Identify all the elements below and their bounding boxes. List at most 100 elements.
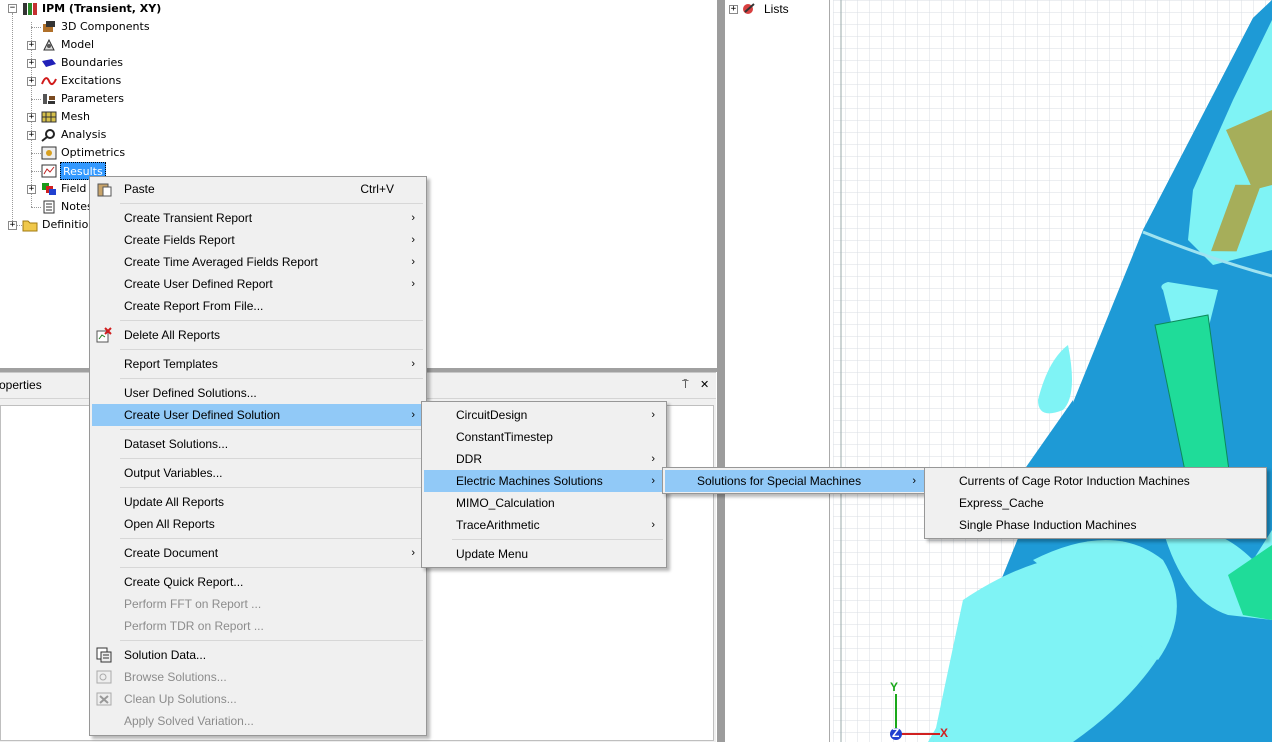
analysis-icon — [41, 128, 57, 142]
menu-separator — [120, 349, 423, 350]
menu-separator — [120, 203, 423, 204]
tree-item-notes[interactable]: Notes — [61, 198, 93, 216]
menu-item-label: Create Transient Report — [124, 211, 253, 225]
folder-icon — [22, 218, 38, 232]
menu-item-label: Dataset Solutions... — [124, 437, 229, 451]
menu-item-dataset-solutions[interactable]: Dataset Solutions... — [92, 433, 424, 455]
submenu-arrow-icon: › — [651, 519, 655, 531]
submenu-arrow-icon: › — [651, 453, 655, 465]
tree-expander-definitions[interactable]: + — [8, 221, 17, 230]
menu-item-perform-tdr: Perform TDR on Report ... — [92, 615, 424, 637]
menu-item-create-time-averaged-fields-report[interactable]: Create Time Averaged Fields Report › — [92, 251, 424, 273]
tree-item-boundaries[interactable]: Boundaries — [61, 54, 123, 72]
paste-icon — [96, 181, 112, 197]
menu-item-user-defined-solutions[interactable]: User Defined Solutions... — [92, 382, 424, 404]
menu-item-currents-cage-rotor[interactable]: Currents of Cage Rotor Induction Machine… — [927, 470, 1264, 492]
menu-item-solution-data[interactable]: Solution Data... — [92, 644, 424, 666]
field-overlays-icon — [41, 182, 57, 196]
results-icon — [41, 164, 57, 178]
shortcut-label: Ctrl+V — [360, 182, 394, 196]
menu-item-label: Create Report From File... — [124, 299, 264, 313]
menu-item-create-user-defined-solution[interactable]: Create User Defined Solution › — [92, 404, 424, 426]
menu-item-ddr[interactable]: DDR › — [424, 448, 664, 470]
lists-panel: + Lists — [725, 0, 830, 742]
browse-solutions-icon — [96, 669, 112, 685]
menu-item-label: MIMO_Calculation — [456, 496, 555, 510]
tree-root-label[interactable]: IPM (Transient, XY) — [42, 0, 161, 18]
3d-components-icon — [41, 20, 57, 34]
tree-expander-mesh[interactable]: + — [27, 113, 36, 122]
menu-item-create-document[interactable]: Create Document › — [92, 542, 424, 564]
tree-guide-line — [12, 13, 13, 225]
menu-item-clean-up-solutions: Clean Up Solutions... — [92, 688, 424, 710]
solution-data-icon — [96, 647, 112, 663]
z-axis-label: Z — [892, 726, 900, 740]
x-axis-label: X — [940, 726, 949, 740]
pin-icon[interactable]: ⍑ — [682, 373, 689, 397]
menu-separator — [120, 320, 423, 321]
submenu-arrow-icon: › — [651, 409, 655, 421]
menu-item-label: Open All Reports — [124, 517, 215, 531]
menu-item-delete-all-reports[interactable]: Delete All Reports — [92, 324, 424, 346]
tree-guide-line — [31, 27, 41, 28]
menu-item-label: Express_Cache — [959, 496, 1044, 510]
tree-item-optimetrics[interactable]: Optimetrics — [61, 144, 125, 162]
tree-item-mesh[interactable]: Mesh — [61, 108, 90, 126]
menu-item-output-variables[interactable]: Output Variables... — [92, 462, 424, 484]
menu-item-electric-machines-solutions[interactable]: Electric Machines Solutions › — [424, 470, 664, 492]
tree-expander-excitations[interactable]: + — [27, 77, 36, 86]
menu-item-label: Create User Defined Solution — [124, 408, 281, 422]
menu-separator — [120, 538, 423, 539]
tree-item-parameters[interactable]: Parameters — [61, 90, 124, 108]
project-design-icon — [22, 2, 38, 16]
menu-item-constant-timestep[interactable]: ConstantTimestep — [424, 426, 664, 448]
menu-item-label: Report Templates — [124, 357, 218, 371]
results-context-menu: Paste Ctrl+V Create Transient Report › C… — [89, 176, 427, 736]
tree-expander-lists[interactable]: + — [729, 5, 738, 14]
menu-item-circuit-design[interactable]: CircuitDesign › — [424, 404, 664, 426]
menu-item-label: Create Fields Report — [124, 233, 235, 247]
menu-item-update-menu[interactable]: Update Menu — [424, 543, 664, 565]
menu-item-create-report-from-file[interactable]: Create Report From File... — [92, 295, 424, 317]
menu-item-mimo-calculation[interactable]: MIMO_Calculation — [424, 492, 664, 514]
menu-item-create-quick-report[interactable]: Create Quick Report... — [92, 571, 424, 593]
menu-item-trace-arithmetic[interactable]: TraceArithmetic › — [424, 514, 664, 536]
menu-separator — [120, 640, 423, 641]
menu-item-open-all-reports[interactable]: Open All Reports — [92, 513, 424, 535]
menu-item-report-templates[interactable]: Report Templates › — [92, 353, 424, 375]
menu-item-label: Clean Up Solutions... — [124, 692, 237, 706]
tree-expander-model[interactable]: + — [27, 41, 36, 50]
lists-icon — [742, 2, 758, 16]
menu-item-create-user-defined-report[interactable]: Create User Defined Report › — [92, 273, 424, 295]
delete-reports-icon — [96, 327, 112, 343]
tree-expander-boundaries[interactable]: + — [27, 59, 36, 68]
tree-expander-root[interactable]: − — [8, 4, 17, 13]
menu-item-create-fields-report[interactable]: Create Fields Report › — [92, 229, 424, 251]
tree-item-3d-components[interactable]: 3D Components — [61, 18, 150, 36]
menu-item-perform-fft: Perform FFT on Report ... — [92, 593, 424, 615]
menu-item-label: ConstantTimestep — [456, 430, 553, 444]
close-icon[interactable]: ✕ — [700, 373, 709, 397]
vertical-splitter[interactable] — [717, 0, 725, 742]
menu-item-label: User Defined Solutions... — [124, 386, 257, 400]
tree-item-model[interactable]: Model — [61, 36, 94, 54]
menu-item-create-transient-report[interactable]: Create Transient Report › — [92, 207, 424, 229]
submenu-arrow-icon: › — [411, 234, 415, 246]
menu-item-single-phase[interactable]: Single Phase Induction Machines — [927, 514, 1264, 536]
submenu-arrow-icon: › — [411, 358, 415, 370]
tree-item-analysis[interactable]: Analysis — [61, 126, 106, 144]
submenu-arrow-icon: › — [411, 278, 415, 290]
special-machines-submenu: Currents of Cage Rotor Induction Machine… — [924, 467, 1267, 539]
menu-item-label: Update All Reports — [124, 495, 225, 509]
menu-item-solutions-for-special-machines[interactable]: Solutions for Special Machines › — [665, 470, 925, 492]
modeler-canvas[interactable]: Y Z X — [833, 0, 1272, 742]
menu-item-update-all-reports[interactable]: Update All Reports — [92, 491, 424, 513]
menu-item-express-cache[interactable]: Express_Cache — [927, 492, 1264, 514]
menu-item-paste[interactable]: Paste Ctrl+V — [92, 178, 424, 200]
tree-item-excitations[interactable]: Excitations — [61, 72, 121, 90]
menu-item-label: Create User Defined Report — [124, 277, 273, 291]
menu-separator — [120, 487, 423, 488]
tree-expander-analysis[interactable]: + — [27, 131, 36, 140]
tree-expander-field-overlays[interactable]: + — [27, 185, 36, 194]
tree-item-lists[interactable]: Lists — [764, 0, 789, 18]
